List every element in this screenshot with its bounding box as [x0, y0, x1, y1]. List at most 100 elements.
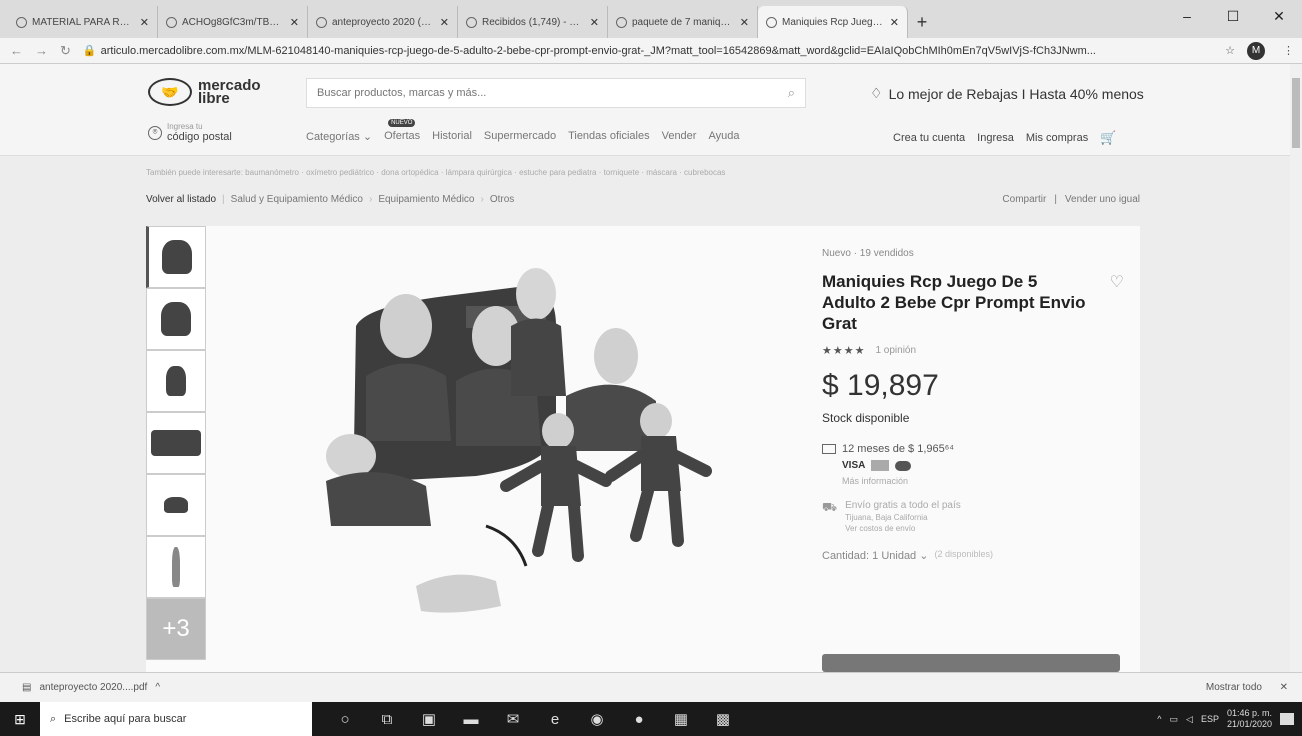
network-icon[interactable]: ▭	[1170, 714, 1179, 725]
more-thumbnails[interactable]: +3	[146, 598, 206, 660]
reload-icon[interactable]: ↻	[60, 43, 71, 59]
task-view-icon[interactable]: ⧉	[376, 711, 398, 728]
breadcrumb: Volver al listado | Salud y Equipamiento…	[146, 194, 515, 205]
manikin-image	[162, 240, 192, 274]
volume-icon[interactable]: ◁	[1186, 714, 1193, 725]
account-avatar[interactable]: M	[1247, 41, 1265, 60]
search-icon[interactable]: ⌕	[788, 85, 795, 101]
related-searches[interactable]: También puede interesarte: baumanómetro …	[146, 168, 725, 177]
taskbar-search[interactable]: ⌕ Escribe aquí para buscar	[40, 702, 312, 736]
page-scrollbar[interactable]	[1290, 64, 1302, 672]
my-purchases-link[interactable]: Mis compras	[1026, 132, 1088, 144]
close-button[interactable]: ✕	[1256, 0, 1302, 32]
bookmark-star-icon[interactable]: ☆	[1225, 44, 1235, 57]
thumbnail[interactable]	[146, 226, 206, 288]
cortana-icon[interactable]: ○	[334, 711, 356, 728]
notifications-icon[interactable]	[1280, 713, 1294, 725]
mail-icon[interactable]: ✉	[502, 710, 524, 728]
forward-arrow-icon[interactable]: →	[35, 43, 48, 58]
browser-tab[interactable]: MATERIAL PARA REUNIÓN✕	[8, 6, 158, 38]
thumbnail[interactable]	[146, 288, 206, 350]
system-tray: ^ ▭ ◁ ESP 01:46 p. m. 21/01/2020	[1157, 702, 1294, 736]
thumbnail[interactable]	[146, 350, 206, 412]
breadcrumb-item[interactable]: Otros	[490, 194, 514, 205]
cart-icon[interactable]: 🛒	[1100, 130, 1116, 146]
shipping-info: ⛟ Envío gratis a todo el país Tijuana, Ba…	[822, 500, 961, 533]
promo-banner[interactable]: ♢ Lo mejor de Rebajas I Hasta 40% menos	[870, 85, 1144, 102]
app-icon[interactable]: ▦	[670, 710, 692, 728]
show-all-button[interactable]: Mostrar todo	[1206, 682, 1262, 693]
sell-similar-link[interactable]: Vender uno igual	[1065, 194, 1140, 205]
app-icon[interactable]: ▩	[712, 710, 734, 728]
chrome-icon[interactable]: ◉	[586, 710, 608, 728]
browser-tab[interactable]: paquete de 7 maniquies de✕	[608, 6, 758, 38]
nav-vender[interactable]: Vender	[662, 130, 697, 143]
edge-icon[interactable]: e	[544, 711, 566, 728]
manikin-image	[166, 366, 186, 396]
postal-code-link[interactable]: ⌾ Ingresa tu código postal	[148, 122, 232, 143]
close-tab-icon[interactable]: ✕	[290, 16, 299, 29]
nav-historial[interactable]: Historial	[432, 130, 472, 143]
close-tab-icon[interactable]: ✕	[890, 16, 899, 29]
browser-tab[interactable]: Recibidos (1,749) - elena.ho✕	[458, 6, 608, 38]
back-arrow-icon[interactable]: ←	[10, 43, 23, 58]
breadcrumb-item[interactable]: Equipamiento Médico	[378, 194, 474, 205]
more-info-link[interactable]: Más información	[842, 476, 1122, 486]
breadcrumb-item[interactable]: Salud y Equipamiento Médico	[231, 194, 363, 205]
nav-categorias[interactable]: Categorías ⌄	[306, 130, 372, 143]
thumbnail[interactable]	[146, 412, 206, 474]
chevron-up-icon[interactable]: ^	[155, 682, 160, 693]
product-image[interactable]	[326, 266, 746, 646]
windows-start-icon[interactable]: ⊞	[0, 702, 40, 736]
nav-ofertas[interactable]: NUEVO Ofertas	[384, 119, 420, 143]
close-tab-icon[interactable]: ✕	[140, 16, 149, 29]
language-indicator[interactable]: ESP	[1201, 714, 1219, 724]
browser-tab[interactable]: ACHOg8GfC3m/TBXFxjdXe✕	[158, 6, 308, 38]
buy-button[interactable]	[822, 654, 1120, 672]
clock[interactable]: 01:46 p. m. 21/01/2020	[1227, 708, 1272, 730]
browser-tab[interactable]: anteproyecto 2020 (1).pdf✕	[308, 6, 458, 38]
nav-tiendas-oficiales[interactable]: Tiendas oficiales	[568, 130, 650, 143]
close-tab-icon[interactable]: ✕	[590, 16, 599, 29]
nav-ayuda[interactable]: Ayuda	[708, 130, 739, 143]
menu-dots-icon[interactable]: ⋮	[1283, 44, 1294, 57]
explorer-icon[interactable]: ▬	[460, 711, 482, 728]
manikin-image	[172, 547, 180, 587]
thumbnail-gallery: +3	[146, 226, 206, 660]
share-links: Compartir | Vender uno igual	[1002, 194, 1140, 205]
rating[interactable]: ★★★★ 1 opinión	[822, 344, 1122, 357]
search-input[interactable]	[317, 87, 788, 99]
chevron-up-icon[interactable]: ^	[1157, 714, 1161, 724]
star-icons: ★★★★	[822, 345, 866, 357]
browser-tab-active[interactable]: Maniquies Rcp Juego De 5 A✕	[758, 6, 908, 38]
url-field[interactable]: 🔒 articulo.mercadolibre.com.mx/MLM-621048…	[83, 44, 1213, 57]
installments: 12 meses de $ 1,965⁶⁴	[822, 443, 1122, 455]
shipping-costs-link[interactable]: Ver costos de envío	[845, 524, 961, 533]
maximize-button[interactable]: ☐	[1210, 0, 1256, 32]
browser-tabbar: MATERIAL PARA REUNIÓN✕ ACHOg8GfC3m/TBXFx…	[0, 0, 1302, 38]
thumbnail[interactable]	[146, 536, 206, 598]
close-icon[interactable]: ✕	[1280, 682, 1288, 693]
new-tab-button[interactable]: +	[908, 6, 936, 38]
payment-methods: VISA	[842, 460, 1122, 471]
back-to-list-link[interactable]: Volver al listado	[146, 194, 216, 205]
mercadolibre-logo[interactable]: 🤝 mercado libre	[148, 78, 261, 106]
close-tab-icon[interactable]: ✕	[740, 16, 749, 29]
create-account-link[interactable]: Crea tu cuenta	[893, 132, 965, 144]
nav-supermercado[interactable]: Supermercado	[484, 130, 556, 143]
drop-icon: ♢	[870, 85, 883, 101]
quantity-selector[interactable]: Cantidad: 1 Unidad ⌄ (2 disponibles)	[822, 549, 1122, 562]
close-tab-icon[interactable]: ✕	[440, 16, 449, 29]
manikin-image	[151, 430, 201, 456]
store-icon[interactable]: ▣	[418, 710, 440, 728]
thumbnail[interactable]	[146, 474, 206, 536]
product-title: Maniquies Rcp Juego De 5 Adulto 2 Bebe C…	[822, 272, 1086, 333]
share-link[interactable]: Compartir	[1002, 194, 1046, 205]
gmail-icon	[16, 16, 27, 28]
download-item[interactable]: anteproyecto 2020....pdf	[39, 682, 147, 693]
product-info: Nuevo · 19 vendidos Maniquies Rcp Juego …	[822, 248, 1122, 562]
minimize-button[interactable]: –	[1164, 0, 1210, 32]
favorite-heart-icon[interactable]: ♡	[1110, 272, 1124, 292]
login-link[interactable]: Ingresa	[977, 132, 1014, 144]
messaging-icon[interactable]: ●	[628, 711, 650, 728]
